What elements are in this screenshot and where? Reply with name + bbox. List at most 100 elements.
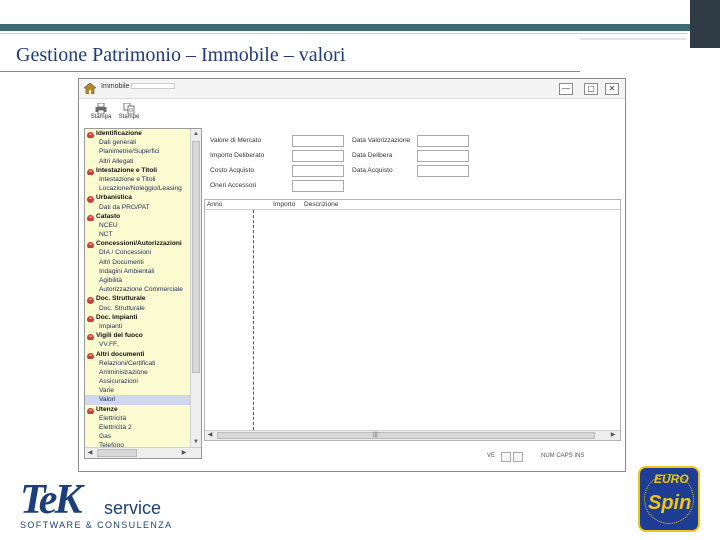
tree-item[interactable]: Elettricità <box>85 414 191 423</box>
grid-scroll-right-icon[interactable]: ▶ <box>608 431 618 440</box>
tree-item[interactable]: Gas <box>85 432 191 441</box>
collapse-icon[interactable]: − <box>87 132 94 139</box>
minimize-button[interactable]: — <box>559 83 573 95</box>
collapse-icon[interactable]: − <box>87 334 94 341</box>
tree-item[interactable]: Impianti <box>85 322 191 331</box>
thin-rule-short <box>580 38 686 40</box>
tree-horizontal-scrollbar[interactable]: ◀ ▶ <box>85 447 201 458</box>
close-button[interactable]: ✕ <box>605 83 619 95</box>
tree-item[interactable]: NCEU <box>85 221 191 230</box>
importo-deliberato-field[interactable] <box>292 150 344 162</box>
stampa-button[interactable]: Stampa <box>89 102 113 126</box>
tree-label: Valori <box>99 396 116 404</box>
tree-item[interactable]: Intestazione e Titoli <box>85 175 191 184</box>
tree-item[interactable]: Planimetrie/Superfici <box>85 147 191 156</box>
collapse-icon[interactable]: − <box>87 242 94 249</box>
tree-group[interactable]: − Intestazione e Titoli <box>85 166 191 175</box>
data-acquisto-field[interactable] <box>417 165 469 177</box>
valori-grid[interactable]: Anno Importo Descrizione ◀ ||| ▶ <box>204 199 621 441</box>
title-underline <box>0 71 580 72</box>
tree-item[interactable]: Dati generali <box>85 138 191 147</box>
stampe-label: Stampe <box>118 114 140 120</box>
grid-header: Anno Importo Descrizione <box>205 200 620 210</box>
tree-item[interactable]: Amministrazione <box>85 368 191 377</box>
grid-horizontal-scrollbar[interactable]: ◀ ||| ▶ <box>205 430 620 440</box>
tree-item[interactable]: VV.FF. <box>85 340 191 349</box>
importo-deliberato-label: Importo Deliberato <box>210 152 265 159</box>
tree-group[interactable]: − Concessioni/Autorizzazioni <box>85 239 191 249</box>
maximize-button[interactable]: ▢ <box>584 83 598 95</box>
tree-item[interactable]: Agibilità <box>85 276 191 285</box>
tree-label: Dati generali <box>99 139 137 147</box>
tree-item[interactable]: Elettricità 2 <box>85 423 191 432</box>
tree-group[interactable]: − Identificazione <box>85 129 191 139</box>
tree-item[interactable]: Locazione/Noleggio/Leasing <box>85 184 191 193</box>
collapse-icon[interactable]: − <box>87 214 94 221</box>
tree-group[interactable]: − Utenze <box>85 405 191 414</box>
tree-item[interactable]: Relazioni/Certificati <box>85 359 191 368</box>
tree-label: Intestazione e Titoli <box>99 175 156 183</box>
collapse-icon[interactable]: − <box>87 352 94 359</box>
window-titlebar[interactable]: Immobile — ▢ ✕ <box>79 79 625 99</box>
collapse-icon[interactable]: − <box>87 168 94 175</box>
tree-label: Utenze <box>96 405 118 413</box>
tek-logo-service: service <box>104 498 162 518</box>
data-delibera-field[interactable] <box>417 150 469 162</box>
grid-scroll-thumb[interactable]: ||| <box>217 432 595 439</box>
tree-group[interactable]: − Doc. Impianti <box>85 313 191 322</box>
tree-item[interactable]: DIA / Concessioni <box>85 248 191 257</box>
tek-logo-mark: TeK <box>20 477 82 523</box>
tree-item[interactable]: Doc. Strutturale <box>85 304 191 313</box>
tree-item[interactable]: Valori <box>85 395 191 405</box>
tree-item[interactable]: Assicurazioni <box>85 377 191 386</box>
tree-label: Elettricità 2 <box>99 424 132 431</box>
tree-label: Varie <box>99 387 114 395</box>
tree-label: Planimetrie/Superfici <box>99 148 160 156</box>
scroll-right-icon[interactable]: ▶ <box>179 448 189 458</box>
data-valorizzazione-field[interactable] <box>417 135 469 147</box>
tree-group[interactable]: − Vigili del fuoco <box>85 331 191 341</box>
tree-group[interactable]: − Doc. Strutturale <box>85 294 191 304</box>
tree-label: Altri Allegati <box>99 157 134 165</box>
tree-item[interactable]: Altri Documenti <box>85 258 191 267</box>
scroll-up-icon[interactable]: ▲ <box>191 129 201 139</box>
oneri-accessori-field[interactable] <box>292 180 344 192</box>
tree-hscroll-thumb[interactable] <box>97 449 137 457</box>
tree-group[interactable]: − Altri documenti <box>85 350 191 359</box>
thin-rule <box>0 33 688 34</box>
collapse-icon[interactable]: − <box>87 407 94 414</box>
tree-scroll-thumb[interactable] <box>192 141 200 373</box>
toolbar: Stampa Stampe <box>79 100 625 128</box>
valore-mercato-field[interactable] <box>292 135 344 147</box>
column-header-anno[interactable]: Anno <box>207 201 222 208</box>
tree-item[interactable]: Altri Allegati <box>85 157 191 166</box>
tree-label: Impianti <box>99 322 123 330</box>
status-box <box>501 452 511 462</box>
tree-label: Autorizzazione Commerciale <box>99 286 183 294</box>
tree-item[interactable]: Varie <box>85 386 191 395</box>
tree-group[interactable]: − Catasto <box>85 212 191 221</box>
tree-item[interactable]: Autorizzazione Commerciale <box>85 285 191 294</box>
collapse-icon[interactable]: − <box>87 315 94 322</box>
tree-group[interactable]: − Urbanistica <box>85 193 191 203</box>
navigation-tree[interactable]: − Identificazione Dati generali Planimetrie… <box>84 128 202 459</box>
column-header-importo[interactable]: Importo <box>273 201 295 208</box>
scroll-down-icon[interactable]: ▼ <box>191 437 201 447</box>
collapse-icon[interactable]: − <box>87 196 94 203</box>
tree-label: Agibilità <box>99 277 123 284</box>
window-title-redacted <box>131 83 176 90</box>
tree-item[interactable]: Dati da PRG/PAT <box>85 203 191 212</box>
tree-label: Doc. Strutturale <box>99 304 145 312</box>
dark-corner-block <box>690 0 720 48</box>
stampe-button[interactable]: Stampe <box>117 102 141 126</box>
column-header-descrizione[interactable]: Descrizione <box>304 201 338 208</box>
tree-vertical-scrollbar[interactable]: ▲ ▼ <box>190 129 201 447</box>
tree-item[interactable]: Indagini Ambientali <box>85 267 191 276</box>
costo-acquisto-field[interactable] <box>292 165 344 177</box>
collapse-icon[interactable]: − <box>87 297 94 304</box>
scroll-left-icon[interactable]: ◀ <box>85 448 95 458</box>
report-icon <box>123 103 135 114</box>
tree-item[interactable]: NCT <box>85 230 191 239</box>
grid-scroll-left-icon[interactable]: ◀ <box>205 431 215 440</box>
tek-service-logo: TeK service SOFTWARE & CONSULENZA <box>18 476 178 534</box>
